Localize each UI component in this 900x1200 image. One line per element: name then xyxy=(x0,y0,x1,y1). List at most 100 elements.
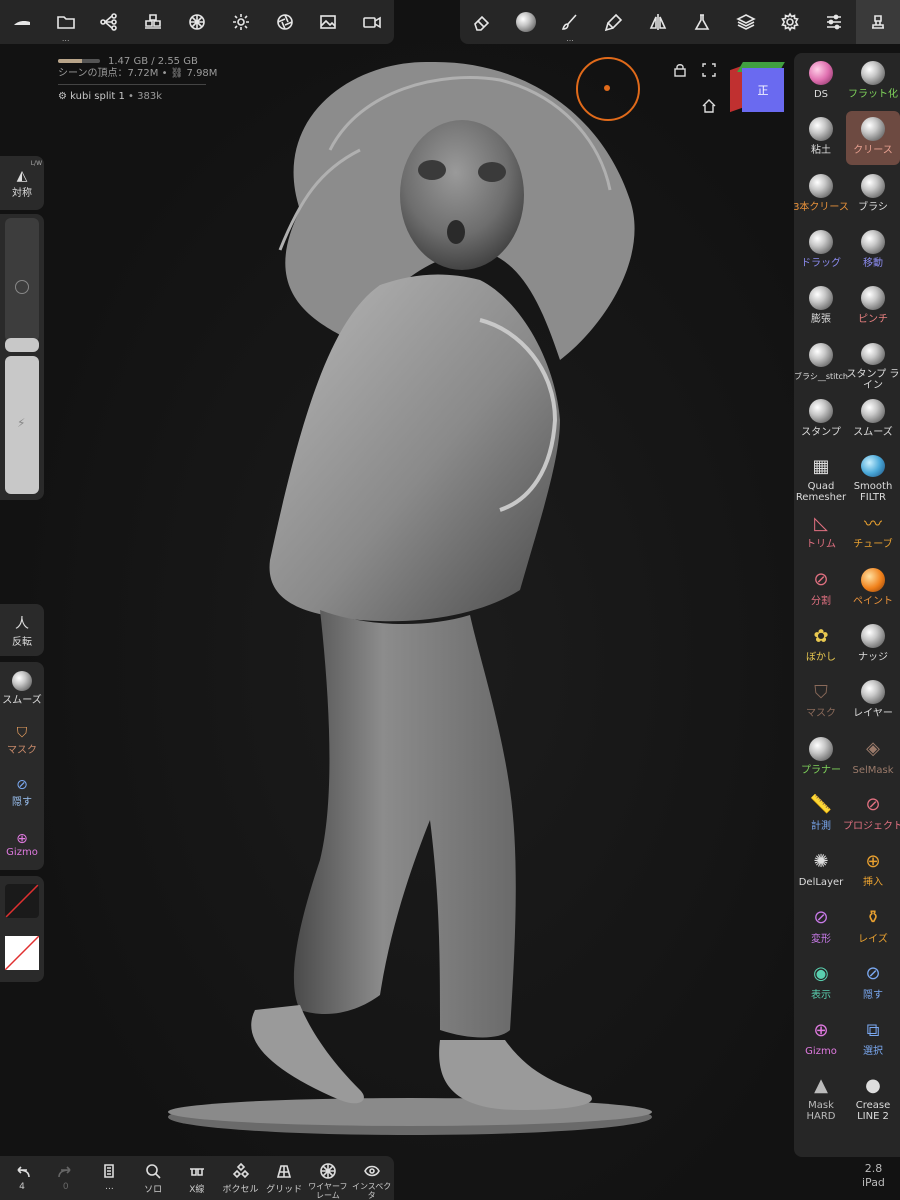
tool-22[interactable]: ⛉ マスク xyxy=(794,674,848,728)
tool-8[interactable]: 膨張 xyxy=(794,280,848,334)
tool-34[interactable]: ⊕ Gizmo xyxy=(794,1012,848,1066)
symmetry-icon[interactable] xyxy=(636,0,680,44)
tool-35[interactable]: ⧉ 選択 xyxy=(846,1012,900,1066)
scene-cubes-icon[interactable] xyxy=(131,0,175,44)
tool-label: クリース xyxy=(853,145,893,157)
tool-24[interactable]: プラナー xyxy=(794,731,848,785)
quick-mask[interactable]: ⛉ マスク xyxy=(0,714,44,766)
material-swatch[interactable] xyxy=(5,884,39,918)
tool-3[interactable]: クリース xyxy=(846,111,900,166)
bottom-inspector-button[interactable]: インスペクタ xyxy=(350,1156,394,1200)
intensity-slider[interactable]: ⚡ xyxy=(5,356,39,494)
eraser-icon[interactable] xyxy=(460,0,504,44)
tool-30[interactable]: ⊘ 変形 xyxy=(794,900,848,954)
brush-icon[interactable]: ... xyxy=(548,0,592,44)
bottom-label: インスペクタ xyxy=(351,1182,392,1200)
tool-11[interactable]: スタンプ ライン xyxy=(846,337,900,391)
tool-10[interactable]: ブラシ__stitch xyxy=(794,337,848,391)
bottom-grid-button[interactable]: グリッド xyxy=(262,1156,306,1200)
tool-panel: DS フラット化 粘土 クリース 3本クリース ブラシ ドラッグ 移動 膨張 ピンチ ブラシ__st… xyxy=(794,53,900,1157)
tool-15[interactable]: Smooth FILTR xyxy=(846,449,900,503)
bottom-search-button[interactable]: ソロ xyxy=(131,1156,175,1200)
quick-smooth[interactable]: スムーズ xyxy=(0,662,44,714)
bottom-xray-button[interactable]: X線 xyxy=(175,1156,219,1200)
home-icon[interactable] xyxy=(701,98,717,114)
flip-panel[interactable]: 人 反転 xyxy=(0,604,44,656)
tool-6[interactable]: ドラッグ xyxy=(794,224,848,278)
tool-31[interactable]: ⚱ レイズ xyxy=(846,900,900,954)
paint-tube-icon[interactable] xyxy=(592,0,636,44)
tool-36[interactable]: ▲ Mask HARD xyxy=(794,1068,848,1123)
bottom-voxel-button[interactable]: ボクセル xyxy=(219,1156,263,1200)
tool-13[interactable]: スムーズ xyxy=(846,393,900,447)
quick-gizmo[interactable]: ⊕ Gizmo xyxy=(0,818,44,870)
video-icon[interactable] xyxy=(350,0,394,44)
frame-icon[interactable] xyxy=(701,62,717,78)
quick-hide[interactable]: ⊘ 隠す xyxy=(0,766,44,818)
wireframe-icon xyxy=(320,1163,336,1179)
3d-viewport[interactable] xyxy=(0,0,900,1200)
matcap-sphere-icon[interactable] xyxy=(504,0,548,44)
logo-icon[interactable] xyxy=(0,0,44,44)
layers-icon[interactable] xyxy=(724,0,768,44)
sphere-icon xyxy=(861,624,885,648)
image-icon[interactable] xyxy=(306,0,350,44)
tool-37[interactable]: ● Crease LINE 2 xyxy=(846,1068,900,1123)
flask-icon[interactable] xyxy=(680,0,724,44)
share-nodes-icon[interactable] xyxy=(88,0,132,44)
sliders-icon[interactable] xyxy=(812,0,856,44)
tool-label: スムーズ xyxy=(853,426,893,438)
tube-icon: 〰 xyxy=(864,514,882,536)
tool-label: 分割 xyxy=(811,595,831,607)
view-cube[interactable]: 正 xyxy=(730,62,785,116)
tool-9[interactable]: ピンチ xyxy=(846,280,900,334)
tool-2[interactable]: 粘土 xyxy=(794,111,848,165)
tool-16[interactable]: ◺ トリム xyxy=(794,505,848,559)
tool-label: ブラシ xyxy=(858,201,888,213)
grid-sphere-icon[interactable] xyxy=(175,0,219,44)
bottom-wireframe-button[interactable]: ワイヤーフレーム xyxy=(306,1156,350,1200)
tool-33[interactable]: ⊘ 隠す xyxy=(846,956,900,1010)
radius-slider[interactable] xyxy=(5,218,39,342)
tool-29[interactable]: ⊕ 挿入 xyxy=(846,843,900,897)
tool-7[interactable]: 移動 xyxy=(846,224,900,278)
slider-handle[interactable] xyxy=(5,338,39,352)
tool-0[interactable]: DS xyxy=(794,55,848,109)
brush-more-dots: ... xyxy=(566,34,574,43)
tool-14[interactable]: ▦ Quad Remesher xyxy=(794,449,848,504)
crease-line-icon: ● xyxy=(865,1074,881,1096)
tool-25[interactable]: ◈ SelMask xyxy=(846,731,900,785)
tool-19[interactable]: ペイント xyxy=(846,562,900,616)
settings-gear-icon[interactable] xyxy=(768,0,812,44)
tool-4[interactable]: 3本クリース xyxy=(794,168,849,222)
tool-27[interactable]: ⊘ プロジェクト xyxy=(843,787,900,841)
tool-26[interactable]: 📏 計測 xyxy=(794,787,848,841)
tool-28[interactable]: ✺ DelLayer xyxy=(794,843,848,897)
color-swatch[interactable] xyxy=(5,936,39,970)
object-name[interactable]: kubi split 1 xyxy=(70,91,125,102)
tool-12[interactable]: スタンプ xyxy=(794,393,848,447)
bottom-redo-button[interactable]: 0 xyxy=(44,1156,88,1200)
sphere-icon xyxy=(861,398,885,423)
tool-18[interactable]: ⊘ 分割 xyxy=(794,562,848,616)
tool-5[interactable]: ブラシ xyxy=(846,168,900,222)
tool-17[interactable]: 〰チューブ xyxy=(846,505,900,559)
tool-23[interactable]: レイヤー xyxy=(846,674,900,728)
folder-icon[interactable]: ... xyxy=(44,0,88,44)
tool-20[interactable]: ✿ ぼかし xyxy=(794,618,848,672)
lock-icon[interactable] xyxy=(672,62,688,78)
tool-21[interactable]: ナッジ xyxy=(846,618,900,672)
bottom-toolbar: 4 0... ソロ X線 ボクセル グリッド ワイヤーフレーム インスペクタ xyxy=(0,1156,394,1200)
tool-1[interactable]: フラット化 xyxy=(846,55,900,109)
top-left-toolbar: ... xyxy=(0,0,394,44)
tool-label: 計測 xyxy=(811,820,831,832)
stamp-tool-icon[interactable] xyxy=(856,0,900,44)
tool-32[interactable]: ◉ 表示 xyxy=(794,956,848,1010)
tool-label: レイヤー xyxy=(853,708,893,720)
bottom-undo-button[interactable]: 4 xyxy=(0,1156,44,1200)
aperture-icon[interactable] xyxy=(263,0,307,44)
tool-label: レイズ xyxy=(858,933,888,945)
bottom-list-button[interactable]: ... xyxy=(87,1156,131,1200)
sun-icon[interactable] xyxy=(219,0,263,44)
symmetry-panel[interactable]: ◭ 対称 L/W xyxy=(0,156,44,210)
